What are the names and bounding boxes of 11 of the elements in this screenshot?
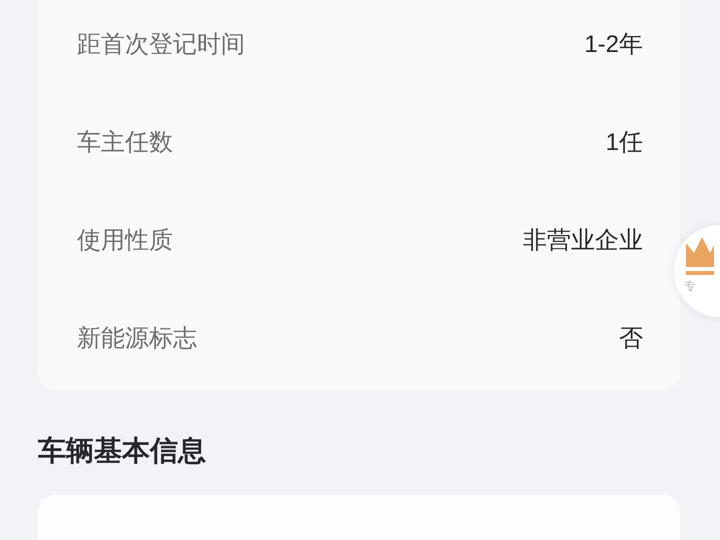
badge-label: 专	[684, 278, 696, 295]
row-value: 1任	[606, 128, 643, 158]
row-label: 新能源标志	[77, 324, 197, 354]
row-value: 非营业企业	[523, 226, 643, 256]
floating-badge[interactable]: 专	[674, 225, 720, 317]
row-label: 距首次登记时间	[77, 30, 245, 60]
row-label: 使用性质	[77, 226, 173, 256]
row-value: 1-2年	[584, 30, 643, 60]
row-value: 否	[619, 324, 643, 354]
section-title: 车辆基本信息	[38, 434, 207, 468]
row-label: 车主任数	[77, 128, 173, 158]
